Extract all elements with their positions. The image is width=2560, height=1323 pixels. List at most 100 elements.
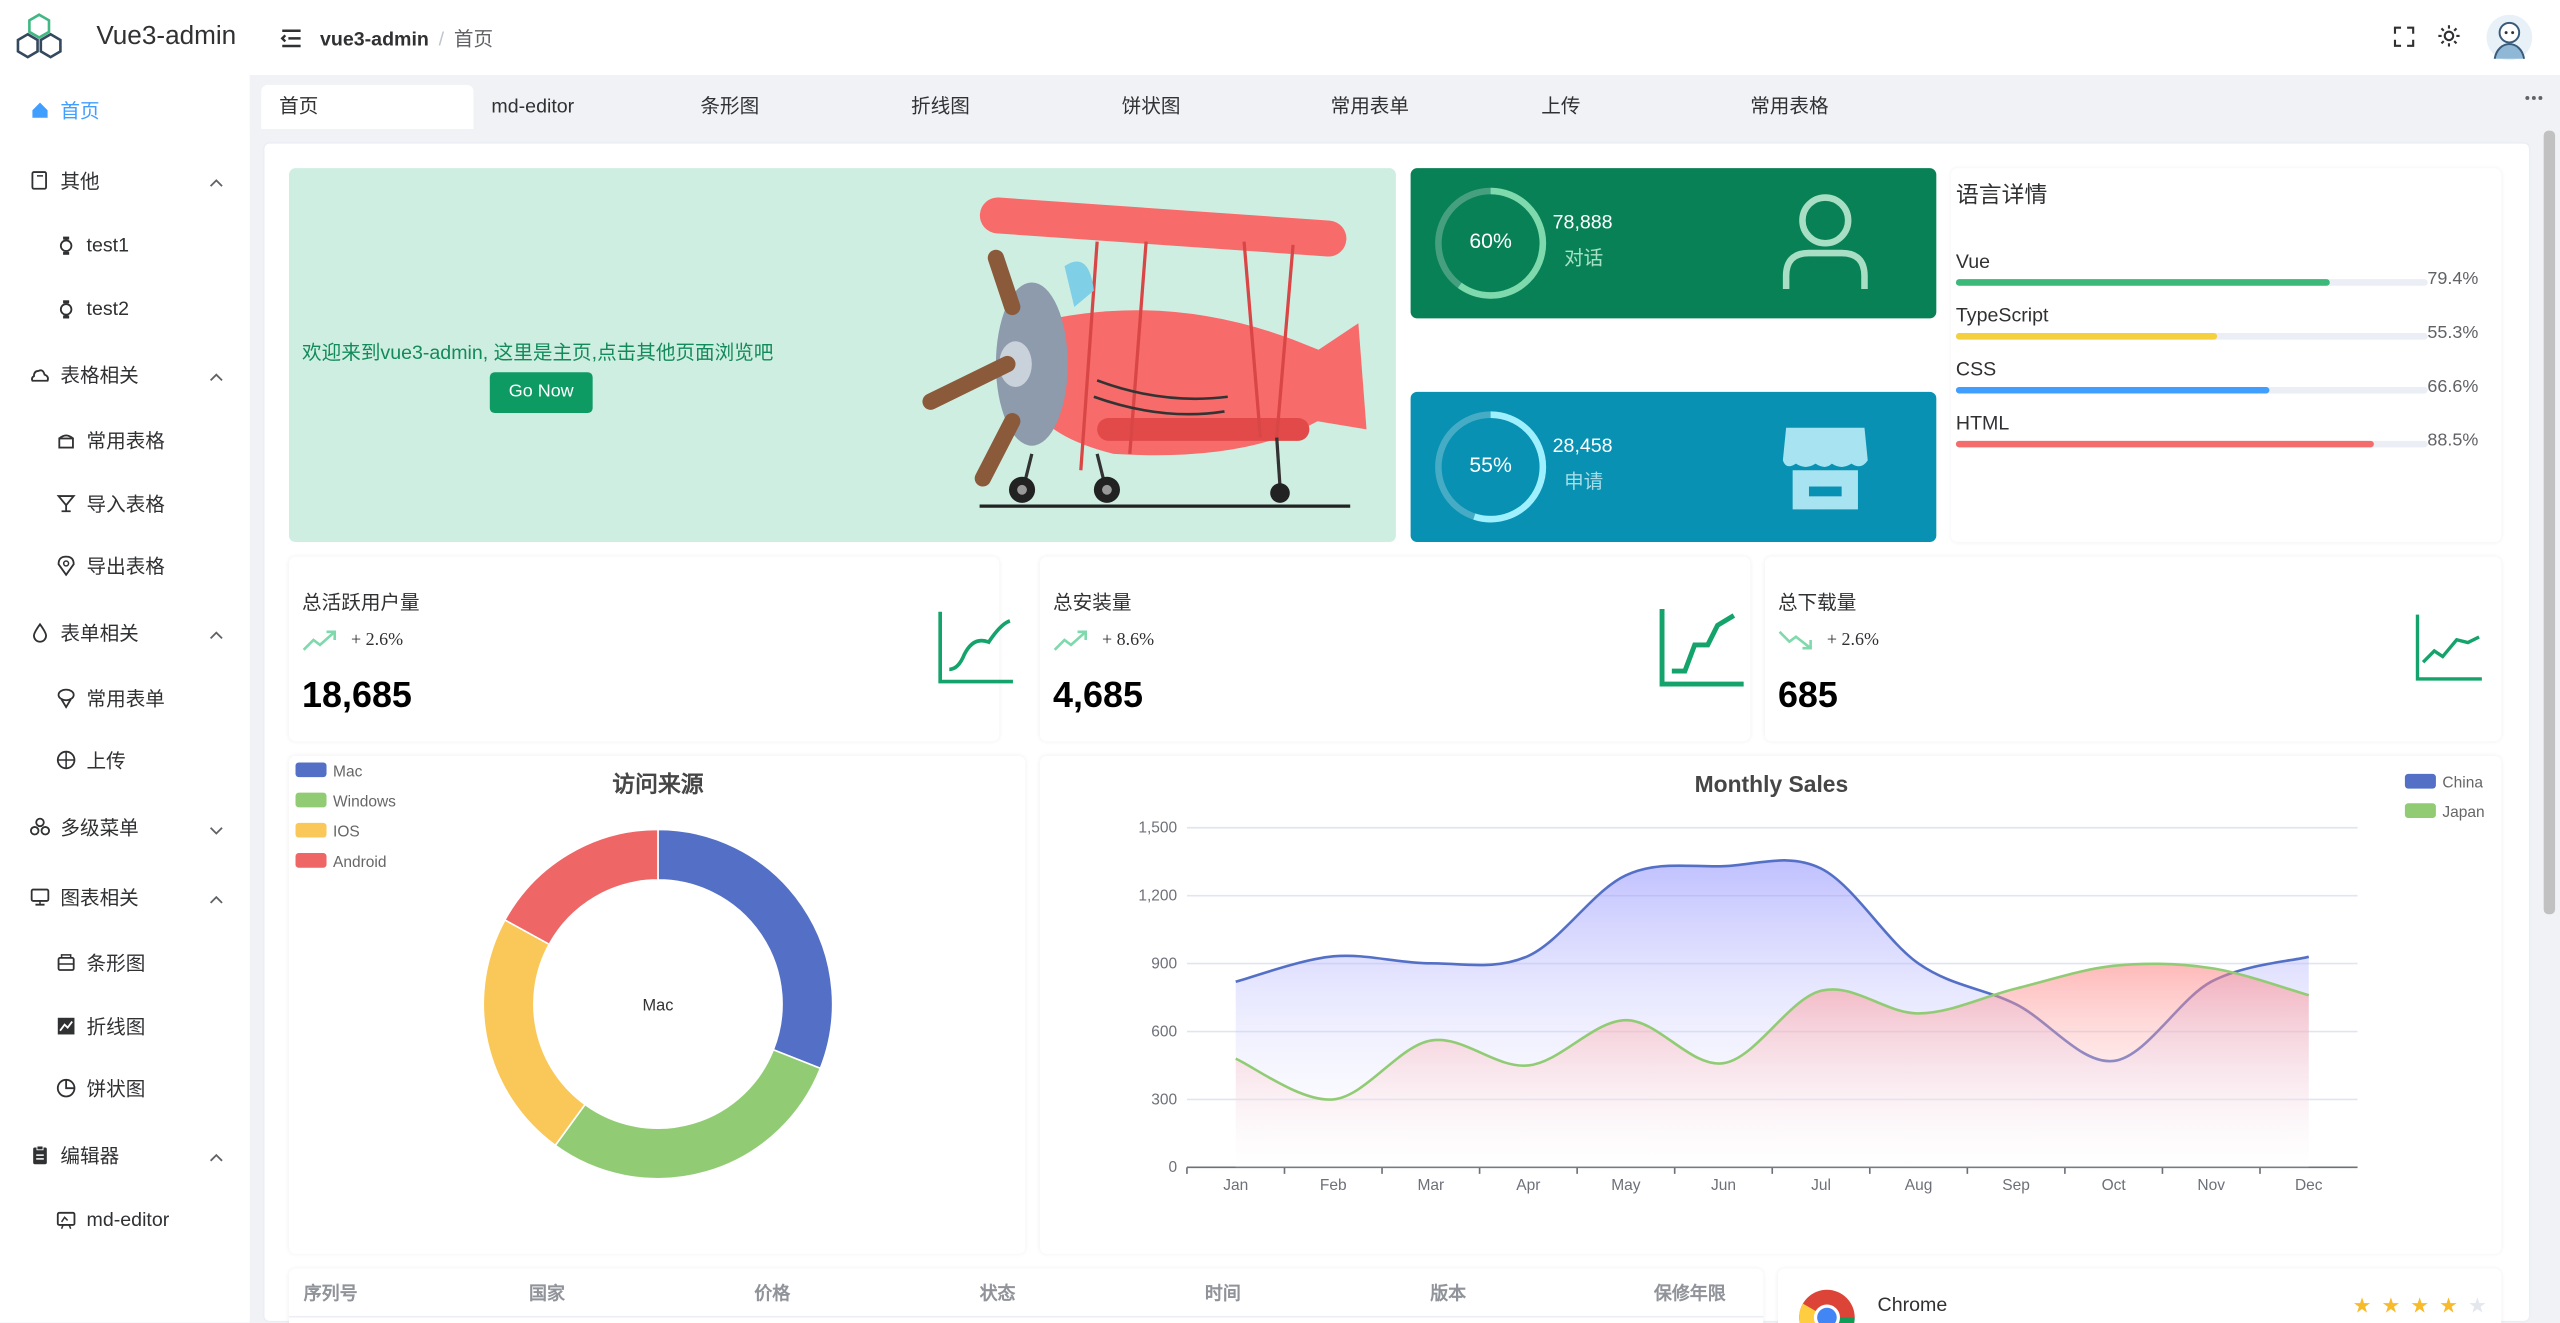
stat-value: 28,458 [1552,434,1613,458]
watch-icon [56,298,77,319]
stat-percent: 55% [1469,452,1512,477]
tab-6[interactable]: 上传 [1523,85,1719,129]
sidebar-item-label: 多级菜单 [60,815,139,839]
sidebar-item-10[interactable]: 上传 [0,728,250,791]
table-header-cell[interactable]: 价格 [754,1280,790,1306]
sidebar-item-label: 条形图 [86,951,146,975]
go-now-button[interactable]: Go Now [489,372,593,414]
sidebar-item-17[interactable]: md-editor [0,1189,250,1252]
sidebar-item-label: md-editor [86,1208,170,1232]
table-header-cell[interactable]: 版本 [1430,1280,1466,1306]
star-filled-icon[interactable]: ★ [2410,1293,2429,1317]
table-header-cell[interactable]: 状态 [980,1280,1016,1306]
logo[interactable]: Vue3-admin [0,0,250,75]
kpi-title: 总活跃用户量 [302,591,420,614]
sidebar-item-label: 常用表格 [86,428,165,452]
legend-label[interactable]: China [2442,775,2483,792]
fullscreen-icon[interactable] [2393,26,2415,47]
legend-label[interactable]: Android [333,854,386,871]
y-tick-label: 1,200 [1138,888,1177,905]
legend-swatch[interactable] [2404,803,2436,818]
tab-0[interactable]: 首页 [261,84,474,129]
x-tick-label: Dec [2295,1177,2323,1194]
x-tick-label: Jun [1711,1177,1736,1194]
pie-slice[interactable] [482,918,587,1147]
tab-5[interactable]: 常用表单 [1313,85,1509,129]
table-header-cell[interactable]: 时间 [1205,1280,1241,1306]
sidebar-item-7[interactable]: 导出表格 [0,534,250,597]
kpi-card-0: 总活跃用户量 + 2.6% 18,685 [288,556,1013,742]
welcome-text: 欢迎来到vue3-admin, 这里是主页,点击其他页面浏览吧 [302,341,774,365]
legend-swatch[interactable] [295,822,327,838]
tab-7[interactable]: 常用表格 [1732,85,1928,129]
legend-swatch[interactable] [295,762,327,778]
x-tick-label: Mar [1417,1177,1444,1194]
language-name: HTML [1955,411,2010,435]
x-tick-label: Jul [1811,1177,1831,1194]
sidebar-item-9[interactable]: 常用表单 [0,666,250,729]
legend-label[interactable]: Mac [333,763,363,780]
sidebar-item-4[interactable]: 表格相关 [0,343,250,406]
sidebar-item-0[interactable]: 首页 [0,78,250,141]
sidebar-item-12[interactable]: 图表相关 [0,865,250,928]
legend-swatch[interactable] [2404,773,2436,789]
avatar[interactable] [2486,14,2533,61]
language-row: HTML 88.5% [1955,411,2492,451]
language-progress [1955,333,2428,340]
star-empty-icon[interactable]: ★ [2468,1293,2487,1317]
sidebar-item-label: test1 [86,233,130,257]
tab-3[interactable]: 折线图 [893,85,1089,129]
pie-slice[interactable] [657,828,834,1070]
sidebar-item-13[interactable]: 条形图 [0,931,250,994]
tab-1[interactable]: md-editor [473,85,669,129]
chevron-up-icon [209,173,224,188]
mini-chart-icon [1659,608,1744,687]
table-header-cell[interactable]: 国家 [529,1280,565,1306]
sidebar-item-6[interactable]: 导入表格 [0,472,250,535]
browser-card: Chrome ★ ★ ★ ★ ★ [1777,1268,2502,1323]
sidebar-item-11[interactable]: 多级菜单 [0,795,250,858]
x-tick-label: May [1611,1177,1641,1194]
table-header-cell[interactable]: 保修年限 [1654,1280,1726,1306]
more-icon[interactable] [2524,95,2544,102]
star-filled-icon[interactable]: ★ [2353,1293,2372,1317]
legend-label[interactable]: Windows [333,794,396,811]
sidebar-item-16[interactable]: 编辑器 [0,1123,250,1186]
legend-swatch[interactable] [295,853,327,868]
logo-icon [16,13,62,59]
sidebar-item-8[interactable]: 表单相关 [0,601,250,664]
star-filled-icon[interactable]: ★ [2381,1293,2400,1317]
stat-value: 78,888 [1552,210,1613,234]
x-tick-label: Nov [2197,1177,2225,1194]
legend-label[interactable]: Japan [2442,804,2484,821]
sidebar-item-15[interactable]: 饼状图 [0,1056,250,1119]
page-scrollbar[interactable] [2543,130,2556,915]
trend-up-icon [302,630,336,651]
breadcrumb-root[interactable]: vue3-admin [320,27,429,50]
pie-slice[interactable] [503,828,659,946]
sidebar-item-label: 图表相关 [60,886,139,909]
rating-stars[interactable]: ★ ★ ★ ★ ★ [2353,1293,2497,1317]
kpi-delta: + 2.6% [1826,630,1879,650]
sidebar-item-2[interactable]: test1 [0,214,250,277]
sidebar-item-label: 表单相关 [60,621,139,645]
legend-label[interactable]: IOS [333,824,360,841]
theme-sun-icon[interactable] [2438,24,2461,47]
x-tick-label: Aug [1905,1177,1933,1194]
mini-chart-icon [938,611,1013,684]
stat-card-0: 60% 78,888 对话 [1410,168,1937,319]
tab-2[interactable]: 条形图 [682,85,878,129]
pie-slice[interactable] [554,1048,822,1180]
tab-4[interactable]: 饼状图 [1104,85,1300,129]
browser-name: Chrome [1877,1293,1948,1316]
sidebar-item-1[interactable]: 其他 [0,149,250,212]
sidebar-item-3[interactable]: test2 [0,278,250,341]
language-row: Vue 79.4% [1955,250,2492,289]
legend-swatch[interactable] [295,792,327,808]
sidebar-item-5[interactable]: 常用表格 [0,408,250,471]
table-header-cell[interactable]: 序列号 [304,1280,358,1306]
language-name: CSS [1955,357,1997,381]
sidebar-item-14[interactable]: 折线图 [0,994,250,1057]
star-filled-icon[interactable]: ★ [2439,1293,2458,1317]
menu-fold-icon[interactable] [279,25,303,49]
